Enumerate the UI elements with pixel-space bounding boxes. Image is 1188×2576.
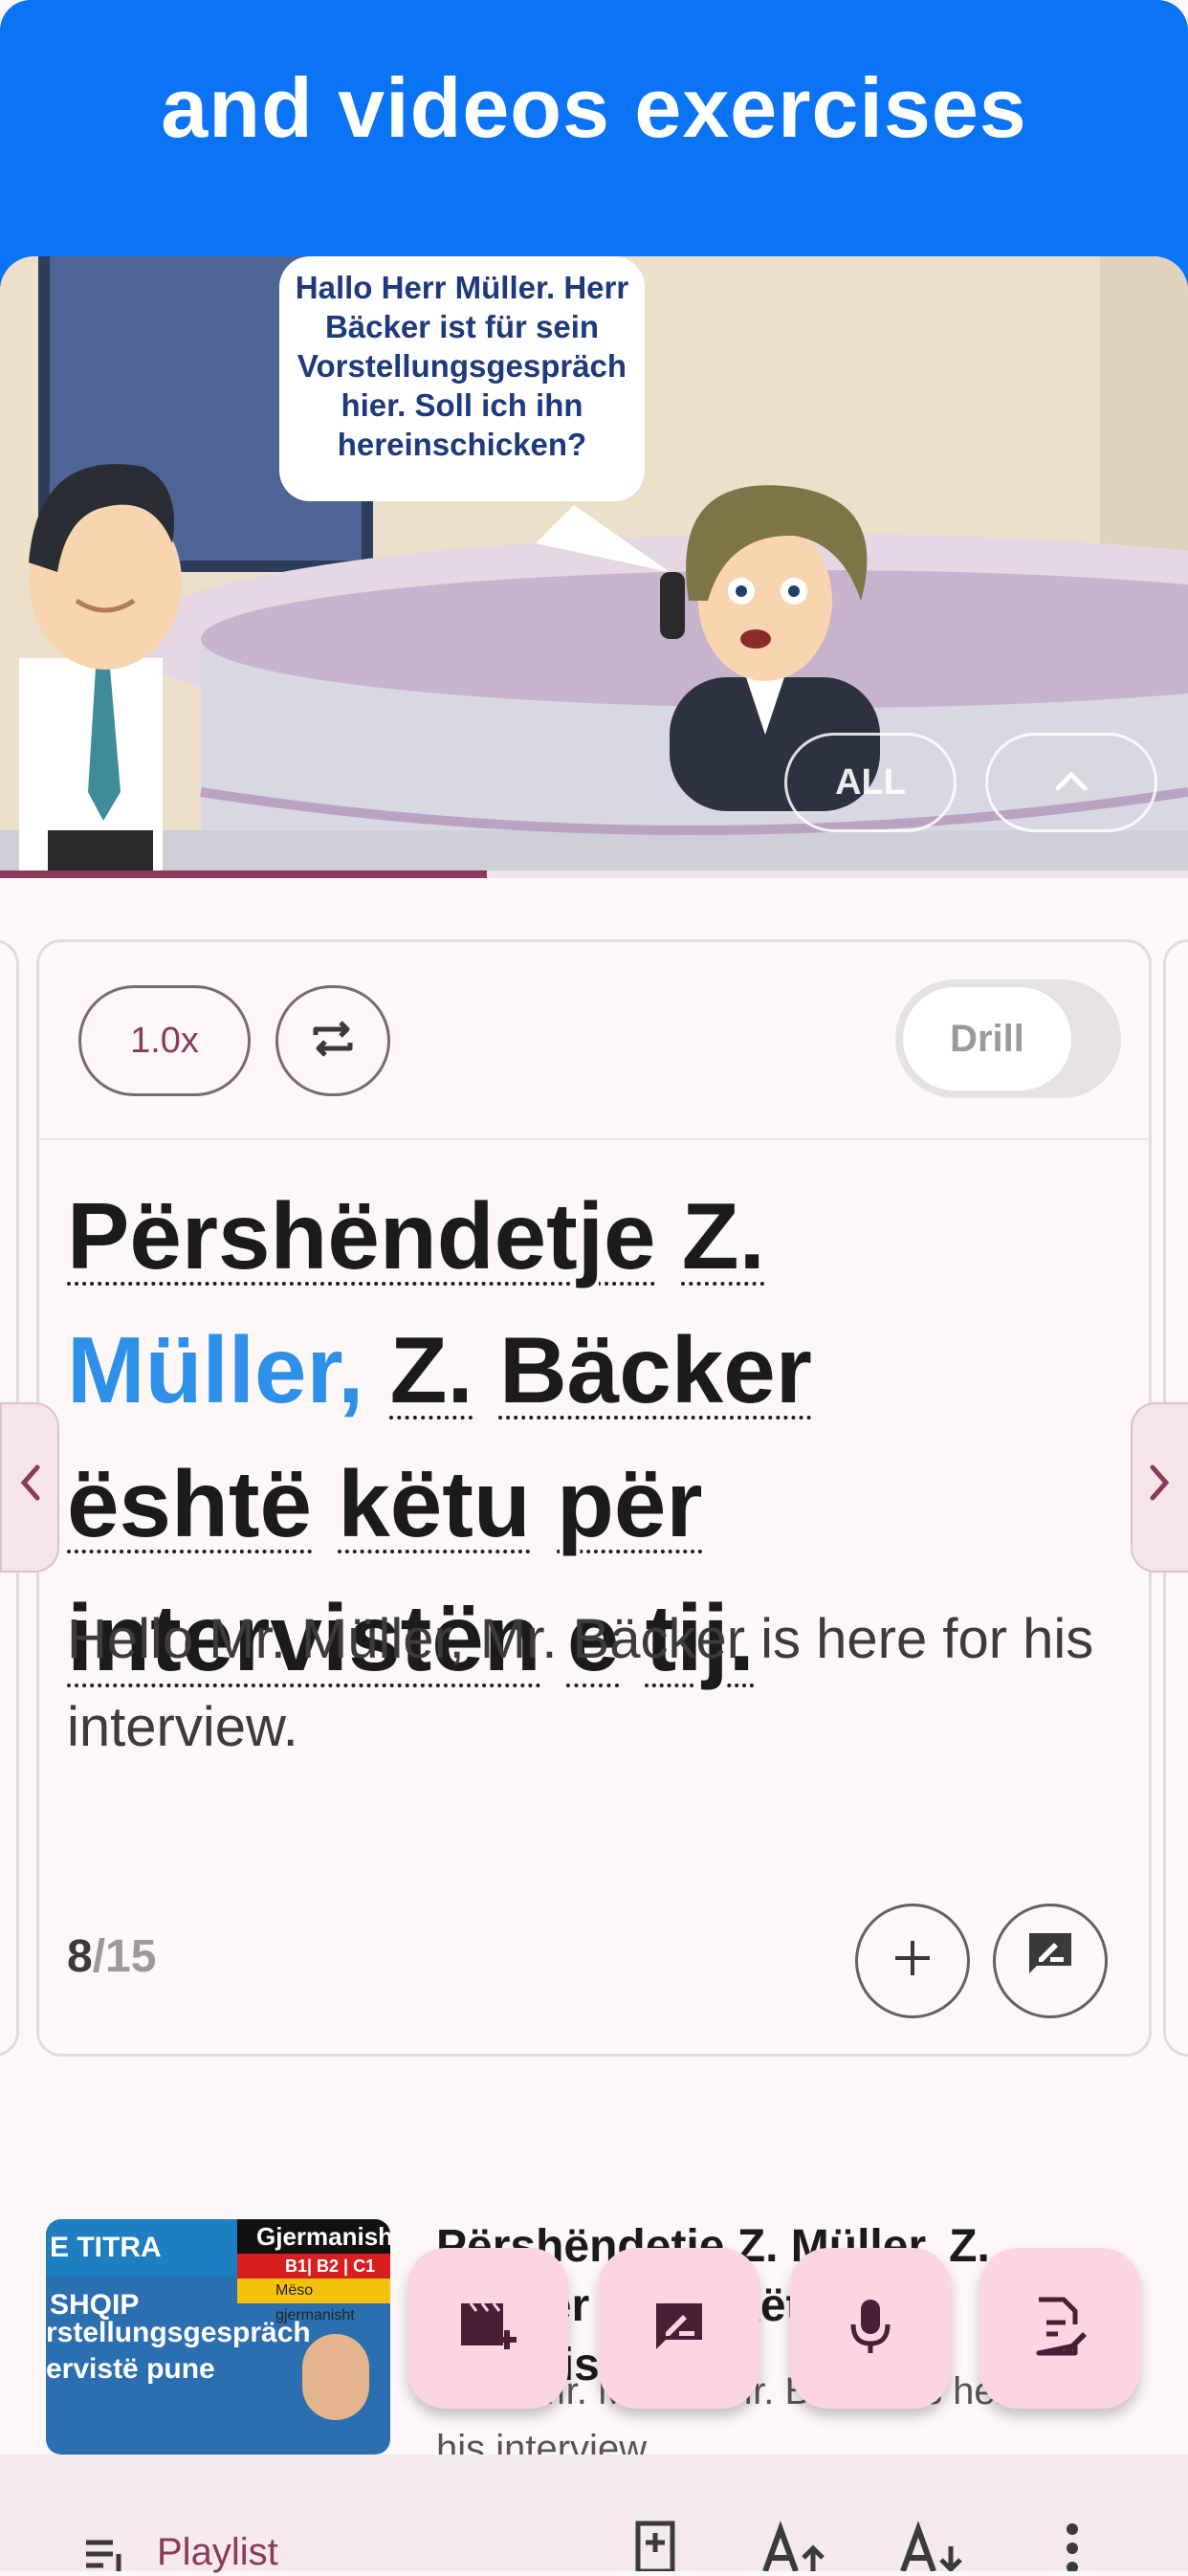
microphone-fab[interactable] bbox=[790, 2248, 951, 2409]
prev-sentence-button[interactable] bbox=[0, 1402, 59, 1573]
bookmark-add-icon[interactable] bbox=[622, 2520, 689, 2571]
chevron-right-icon bbox=[1149, 1464, 1172, 1512]
comment-edit-icon bbox=[650, 2298, 708, 2360]
note-button[interactable] bbox=[993, 1904, 1108, 2018]
thumb-flag-sub: Mëso gjermanisht bbox=[237, 2279, 390, 2323]
more-vert-icon[interactable] bbox=[1039, 2520, 1106, 2571]
playlist-button[interactable]: Playlist bbox=[157, 2531, 278, 2574]
sentence-word[interactable]: Z. bbox=[682, 1183, 765, 1288]
add-video-fab[interactable] bbox=[407, 2248, 568, 2409]
sentence-word[interactable]: këtu bbox=[338, 1451, 531, 1556]
sentence-word[interactable]: është bbox=[67, 1451, 312, 1556]
add-button[interactable] bbox=[855, 1904, 970, 2018]
font-increase-icon[interactable] bbox=[761, 2520, 828, 2571]
speed-button[interactable]: 1.0x bbox=[78, 985, 251, 1096]
chevron-left-icon bbox=[18, 1464, 41, 1512]
microphone-icon bbox=[847, 2296, 893, 2362]
sentence-word[interactable]: Z. bbox=[390, 1317, 473, 1422]
sentence-translation: Hello Mr. Müller, Mr. Bäcker is here for… bbox=[67, 1608, 1094, 1758]
note-edit-icon bbox=[1023, 1927, 1077, 1994]
card-divider bbox=[38, 1138, 1150, 1140]
plus-icon bbox=[890, 1928, 935, 1994]
sentence-counter: 8/15 bbox=[67, 1930, 156, 1983]
thumb-levels: B1| B2 | C1 bbox=[237, 2254, 390, 2279]
video-progress-fill bbox=[0, 870, 487, 878]
playlist-item-thumbnail[interactable]: E TITRA SHQIP Gjermanisht B1| B2 | C1 Më… bbox=[46, 2219, 390, 2455]
counter-current: 8 bbox=[67, 1931, 93, 1982]
thumb-person bbox=[302, 2334, 369, 2420]
sentence-word[interactable]: për bbox=[557, 1451, 703, 1556]
video-add-icon bbox=[457, 2298, 518, 2360]
document-edit-icon bbox=[1031, 2296, 1089, 2362]
next-sentence-button[interactable] bbox=[1131, 1402, 1188, 1573]
counter-total: /15 bbox=[92, 1931, 157, 1982]
thumb-flag-title: Gjermanisht bbox=[237, 2219, 390, 2254]
collapse-button[interactable] bbox=[985, 733, 1157, 832]
chevron-up-icon bbox=[1052, 762, 1090, 804]
playlist-icon bbox=[84, 2533, 132, 2576]
thumb-text: rstellungsgespräch ervistë pune bbox=[46, 2317, 311, 2385]
sentence-word[interactable]: Müller, bbox=[67, 1317, 363, 1422]
comment-edit-fab[interactable] bbox=[599, 2248, 759, 2409]
thumb-flag: Gjermanisht B1| B2 | C1 Mëso gjermanisht bbox=[237, 2219, 390, 2323]
sentence-word[interactable]: Bäcker bbox=[499, 1317, 812, 1422]
all-button[interactable]: ALL bbox=[784, 733, 957, 832]
repeat-button[interactable] bbox=[275, 985, 390, 1096]
promo-banner: and videos exercises bbox=[0, 0, 1188, 287]
thumb-caption: E TITRA SHQIP bbox=[46, 2219, 251, 2321]
drill-toggle[interactable]: Drill bbox=[903, 987, 1071, 1090]
sentence-word[interactable]: Përshëndetje bbox=[67, 1183, 655, 1288]
banner-title: and videos exercises bbox=[161, 60, 1027, 155]
font-decrease-icon[interactable] bbox=[899, 2520, 966, 2571]
document-edit-fab[interactable] bbox=[979, 2248, 1140, 2409]
speech-bubble: Hallo Herr Müller. Herr Bäcker ist für s… bbox=[279, 256, 645, 501]
repeat-icon bbox=[310, 1018, 356, 1065]
